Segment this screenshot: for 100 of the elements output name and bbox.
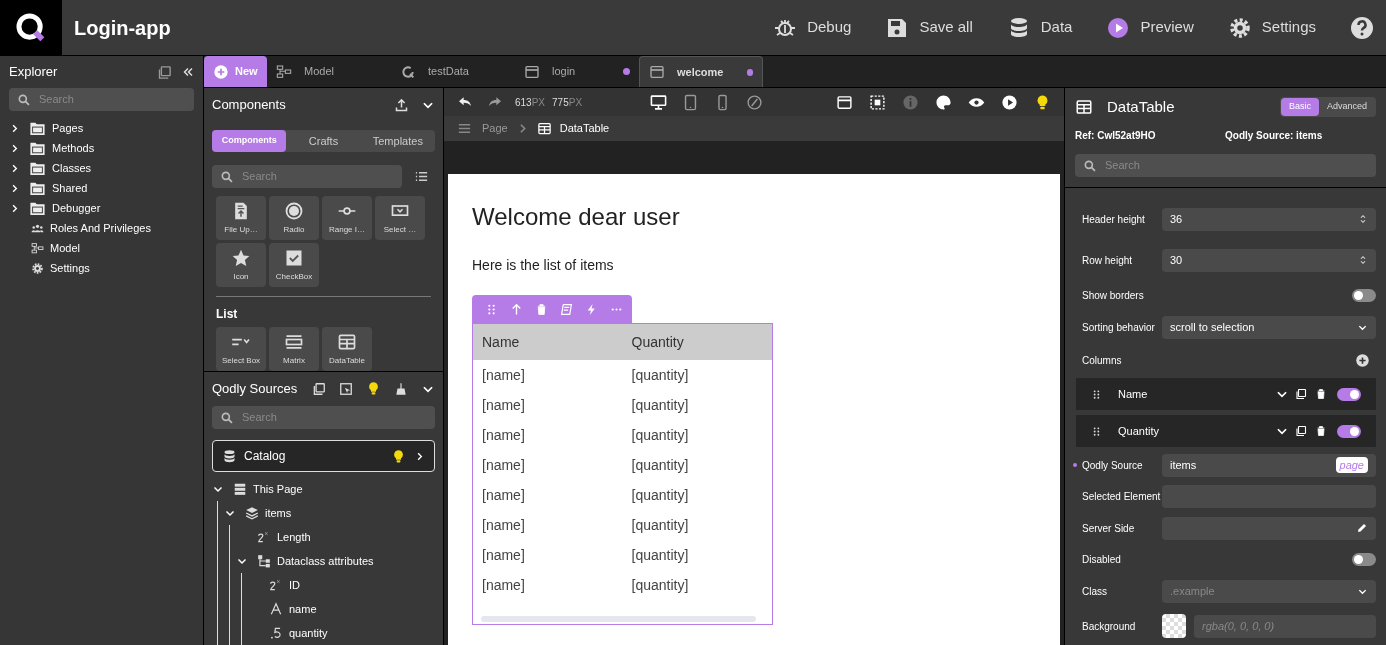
tab[interactable]: testData [391, 56, 515, 87]
component-tile[interactable]: CheckBox [269, 243, 319, 287]
tree-item[interactable]: Length [236, 525, 435, 549]
section-title: List [216, 306, 239, 323]
upload-icon[interactable] [394, 97, 409, 113]
tree-item[interactable]: Roles And Privileges [9, 218, 194, 238]
column-header[interactable]: Quantity [622, 331, 772, 353]
mode-tab[interactable]: Advanced [1318, 98, 1375, 116]
add-icon[interactable] [1355, 352, 1370, 368]
column-name: Name [1118, 386, 1148, 402]
toggle-switch[interactable] [1352, 552, 1376, 566]
component-tile[interactable]: Select Box [216, 327, 266, 371]
desktop-icon[interactable] [650, 93, 668, 111]
component-tile[interactable]: DataTable [322, 327, 372, 371]
component-tile[interactable]: Radio [269, 196, 319, 240]
tree-item[interactable]: Debugger [9, 198, 194, 218]
breadcrumb-link[interactable]: DataTable [559, 120, 610, 137]
component-tile[interactable]: Select … [375, 196, 425, 240]
tree-item[interactable]: Methods [9, 138, 194, 158]
broom-icon[interactable] [394, 381, 408, 396]
tree-item[interactable]: quantity [248, 621, 435, 645]
tree-item[interactable]: Pages [9, 118, 194, 138]
component-tile[interactable]: Range I… [322, 196, 372, 240]
tree-item[interactable]: Settings [9, 258, 194, 278]
field-label: Background [1082, 619, 1137, 634]
list-icon[interactable] [414, 169, 429, 184]
component-tile[interactable]: File Up… [216, 196, 266, 240]
tree-item[interactable]: Model [9, 238, 194, 258]
menu-icon[interactable] [457, 121, 472, 136]
toolbar-button[interactable]: Debug [773, 15, 852, 40]
app-title: Login-app [74, 15, 171, 41]
tab[interactable]: Model [267, 56, 391, 87]
column-header[interactable]: Name [473, 331, 623, 353]
number-type-icon [269, 578, 283, 592]
toggle-switch[interactable] [1337, 387, 1361, 401]
catalog-item[interactable]: Catalog [212, 440, 435, 472]
tree-item[interactable]: Dataclass attributes [236, 549, 435, 573]
breadcrumb-link[interactable]: Page [482, 120, 508, 137]
play-icon[interactable] [1001, 93, 1018, 111]
tile-label: DataTable [329, 354, 365, 367]
source-label: Qodly Source: items [1225, 129, 1323, 143]
arrow-up-icon[interactable] [510, 302, 523, 316]
tree-item[interactable]: ID [248, 573, 435, 597]
style-icon[interactable] [560, 302, 573, 316]
width-value: 613 [515, 95, 532, 110]
rotate-icon[interactable] [746, 93, 764, 111]
toolbar-button[interactable]: Data [1006, 15, 1073, 40]
layout-icon[interactable] [836, 93, 853, 111]
column-item[interactable]: Name [1076, 378, 1376, 410]
bulb-icon [391, 448, 406, 464]
copy-icon[interactable] [312, 381, 326, 396]
stepper-icon [1358, 214, 1368, 224]
collapse-all-icon[interactable] [157, 64, 172, 80]
toolbar-button[interactable]: Preview [1106, 15, 1194, 40]
table-cell-text: [name] [481, 455, 526, 475]
copy-icon[interactable] [1295, 425, 1307, 437]
select-field[interactable]: scroll to selection [1162, 315, 1376, 339]
tab-label: testData [428, 64, 469, 80]
table-cell-text: [quantity] [630, 515, 690, 535]
double-chevron-icon[interactable] [182, 66, 194, 78]
height-unit: PX [568, 95, 583, 110]
tree-item[interactable]: name [248, 597, 435, 621]
tab[interactable]: login [515, 56, 639, 87]
toolbar-button[interactable]: Save all [885, 15, 973, 40]
copy-icon[interactable] [1295, 388, 1307, 400]
component-tile[interactable]: Matrix [269, 327, 319, 371]
tree-item[interactable]: items [224, 501, 435, 525]
tree-item[interactable]: Shared [9, 178, 194, 198]
trash-icon[interactable] [1315, 425, 1327, 437]
palette-icon[interactable] [935, 93, 952, 111]
bulb-icon[interactable] [366, 381, 381, 396]
tab[interactable]: Templates [360, 130, 435, 152]
tab-label: welcome [677, 64, 724, 80]
tab[interactable]: Crafts [286, 130, 361, 152]
tile-label: Icon [233, 270, 249, 283]
drag-icon[interactable] [1091, 388, 1102, 400]
tab[interactable]: welcome [639, 56, 763, 87]
toggle-switch[interactable] [1337, 424, 1361, 438]
help-icon[interactable] [1350, 15, 1374, 40]
tree-item[interactable]: This Page [212, 477, 435, 501]
grid-icon[interactable] [869, 93, 886, 111]
toggle-switch[interactable] [1352, 288, 1376, 302]
drag-icon[interactable] [1091, 425, 1102, 437]
toolbar-button[interactable]: Settings [1227, 15, 1316, 40]
number-field[interactable]: 36 [1162, 207, 1376, 231]
component-tile[interactable]: Icon [216, 243, 266, 287]
column-item[interactable]: Quantity [1076, 415, 1376, 447]
tree-item[interactable]: Classes [9, 158, 194, 178]
source-field[interactable]: items page [1162, 453, 1376, 477]
scrollbar[interactable] [481, 616, 756, 622]
table-icon [536, 121, 552, 136]
select-icon[interactable] [339, 381, 353, 396]
data-table[interactable]: Name Quantity [name] [quantity] [name] [quantity] [name] [quantity] [name] [quantity] [name] [quantity] [name] [quantity] [name] [quantity] [name] [quantity] [472, 323, 773, 625]
settings-icon [31, 261, 44, 275]
color-swatch[interactable] [1162, 614, 1186, 638]
code-field[interactable] [1162, 516, 1376, 540]
tile-label: Matrix [283, 354, 305, 367]
trash-icon[interactable] [1315, 388, 1327, 400]
table-cell-text: [quantity] [630, 485, 690, 505]
number-field[interactable]: 30 [1162, 248, 1376, 272]
